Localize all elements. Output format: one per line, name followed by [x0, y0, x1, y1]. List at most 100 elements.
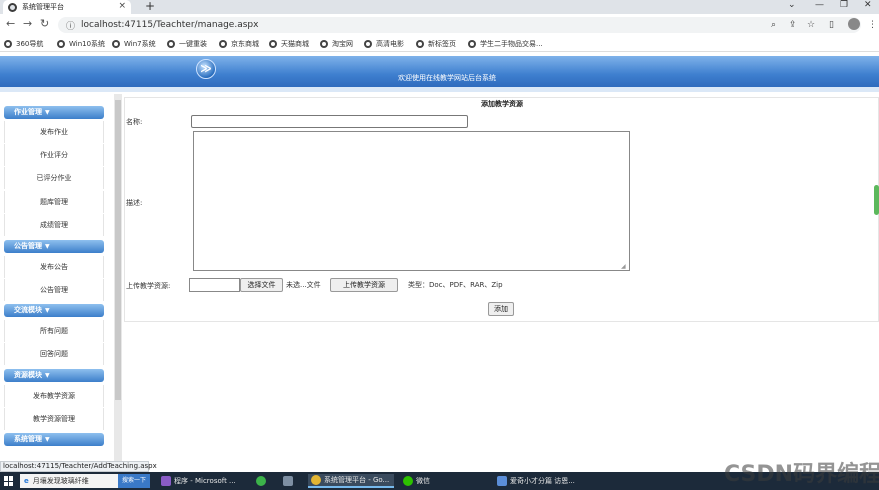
- globe-icon: [269, 40, 277, 48]
- url-text: localhost:47115/Teachter/manage.aspx: [81, 20, 259, 30]
- watermark: CSDN码界编程网: [724, 462, 879, 487]
- header-divider: [0, 87, 879, 92]
- sidebar-icon[interactable]: ▯: [829, 20, 834, 30]
- bookmark-item[interactable]: 一键重装: [167, 39, 207, 49]
- visual-studio-icon: [161, 476, 171, 486]
- edge-icon: e: [24, 477, 29, 485]
- chevron-down-icon: ▼: [45, 307, 50, 314]
- bookmark-item[interactable]: 360导航: [4, 39, 43, 49]
- sidebar-scrollbar-thumb[interactable]: [115, 100, 121, 400]
- sidebar-section-announcements[interactable]: 公告管理 ▼: [4, 240, 104, 253]
- back-icon[interactable]: ←: [6, 17, 15, 30]
- globe-icon: [364, 40, 372, 48]
- bookmark-item[interactable]: 学生二手物品交易...: [468, 39, 543, 49]
- taskbar-app-window[interactable]: [280, 474, 300, 488]
- share-icon[interactable]: ⇪: [789, 20, 797, 30]
- bookmark-item[interactable]: Win7系统: [112, 39, 156, 49]
- name-label: 名称:: [126, 118, 143, 126]
- no-file-text: 未选...文件: [286, 281, 321, 289]
- taskbar-app-green[interactable]: [253, 474, 269, 488]
- sidebar-item-announcement-management[interactable]: 公告管理: [4, 279, 104, 301]
- page-title: 添加教学资源: [481, 100, 523, 108]
- description-textarea[interactable]: [193, 131, 630, 271]
- chevron-down-icon: ▼: [45, 243, 50, 250]
- document-icon: [497, 476, 507, 486]
- file-path-field[interactable]: [189, 278, 240, 292]
- bookmark-item[interactable]: Win10系统: [57, 39, 105, 49]
- bookmark-item[interactable]: 天猫商城: [269, 39, 309, 49]
- taskbar-search-button[interactable]: 搜索一下: [118, 474, 150, 488]
- star-icon[interactable]: ☆: [807, 20, 815, 30]
- plus-icon[interactable]: +: [145, 0, 155, 13]
- menu-icon[interactable]: ⋮: [868, 20, 877, 30]
- maximize-icon[interactable]: ❐: [840, 0, 848, 10]
- resize-handle-icon[interactable]: ◢: [621, 263, 626, 270]
- close-icon[interactable]: ×: [118, 1, 126, 11]
- taskbar-app-document[interactable]: 爱奇小才分篇 访恩...: [494, 474, 580, 488]
- browser-tab[interactable]: 系统管理平台 ×: [3, 0, 131, 14]
- bookmark-item[interactable]: 高清电影: [364, 39, 404, 49]
- wechat-icon: [403, 476, 413, 486]
- zoom-icon[interactable]: ⌕: [771, 20, 776, 30]
- chevron-down-icon: ▼: [45, 109, 50, 116]
- chrome-icon: [311, 475, 321, 485]
- globe-icon: [468, 40, 476, 48]
- sidebar-item-publish-announcement[interactable]: 发布公告: [4, 256, 104, 278]
- sidebar-item-graded-homework[interactable]: 已评分作业: [4, 167, 104, 189]
- upload-resource-button[interactable]: 上传教学资源: [330, 278, 398, 292]
- globe-icon: [4, 40, 12, 48]
- globe-icon: [219, 40, 227, 48]
- status-url: localhost:47115/Teachter/AddTeaching.asp…: [0, 461, 157, 472]
- sidebar-item-grade-homework[interactable]: 作业评分: [4, 144, 104, 166]
- sidebar-section-resources[interactable]: 资源模块 ▼: [4, 369, 104, 382]
- name-input[interactable]: [191, 115, 468, 128]
- page-scrollbar-thumb[interactable]: [874, 185, 879, 215]
- globe-icon: [8, 2, 17, 12]
- sidebar-item-answer-questions[interactable]: 回答问题: [4, 343, 104, 365]
- minimize-icon[interactable]: —: [815, 0, 824, 10]
- taskbar-app-wechat[interactable]: 微信: [400, 474, 440, 488]
- globe-icon: [320, 40, 328, 48]
- chevron-down-icon: ▼: [45, 436, 50, 443]
- forward-icon[interactable]: →: [23, 17, 32, 30]
- bookmark-item[interactable]: 新标签页: [416, 39, 456, 49]
- tab-title: 系统管理平台: [22, 3, 64, 11]
- logo: ≫: [196, 59, 216, 79]
- upload-label: 上传教学资源:: [126, 282, 171, 290]
- avatar[interactable]: [848, 18, 860, 30]
- globe-icon: [416, 40, 424, 48]
- url-bar[interactable]: ⓘ localhost:47115/Teachter/manage.aspx: [58, 17, 861, 33]
- info-icon[interactable]: ⓘ: [66, 19, 75, 32]
- app-icon: [256, 476, 266, 486]
- globe-icon: [57, 40, 65, 48]
- welcome-text: 欢迎使用在线教学网站后台系统: [398, 74, 496, 82]
- sidebar-item-publish-homework[interactable]: 发布作业: [4, 121, 104, 143]
- windows-start-icon[interactable]: [4, 476, 14, 486]
- globe-icon: [112, 40, 120, 48]
- taskbar-app-chrome[interactable]: 系统管理平台 - Go...: [308, 474, 394, 488]
- bookmark-item[interactable]: 淘宝网: [320, 39, 353, 49]
- sidebar-item-publish-resource[interactable]: 发布教学资源: [4, 385, 104, 407]
- sidebar-item-score-management[interactable]: 成绩管理: [4, 214, 104, 236]
- chevron-down-icon[interactable]: ⌄: [788, 0, 796, 10]
- sidebar-item-resource-management[interactable]: 教学资源管理: [4, 408, 104, 430]
- sidebar-item-question-bank[interactable]: 题库管理: [4, 191, 104, 213]
- sidebar-section-communication[interactable]: 交流模块 ▼: [4, 304, 104, 317]
- taskbar-app-visual-studio[interactable]: 程序 - Microsoft ...: [158, 474, 238, 488]
- window-icon: [283, 476, 293, 486]
- bookmark-item[interactable]: 京东商城: [219, 39, 259, 49]
- add-button[interactable]: 添加: [488, 302, 514, 316]
- bookmarks-bar: 360导航 Win10系统 Win7系统 一键重装 京东商城 天猫商城 淘宝网 …: [0, 36, 879, 52]
- sidebar-section-system[interactable]: 系统管理 ▼: [4, 433, 104, 446]
- browser-tab-strip: [0, 0, 879, 14]
- sidebar-section-homework[interactable]: 作业管理 ▼: [4, 106, 104, 119]
- file-types-text: 类型：Doc、PDF、RAR、Zip: [408, 281, 503, 289]
- reload-icon[interactable]: ↻: [40, 17, 49, 30]
- description-label: 描述:: [126, 199, 143, 207]
- globe-icon: [167, 40, 175, 48]
- choose-file-button[interactable]: 选择文件: [240, 278, 283, 292]
- chevron-down-icon: ▼: [45, 372, 50, 379]
- sidebar-item-all-questions[interactable]: 所有问题: [4, 320, 104, 342]
- close-window-icon[interactable]: ✕: [864, 0, 872, 10]
- taskbar-search[interactable]: e 月壤发现玻璃纤维: [20, 474, 118, 488]
